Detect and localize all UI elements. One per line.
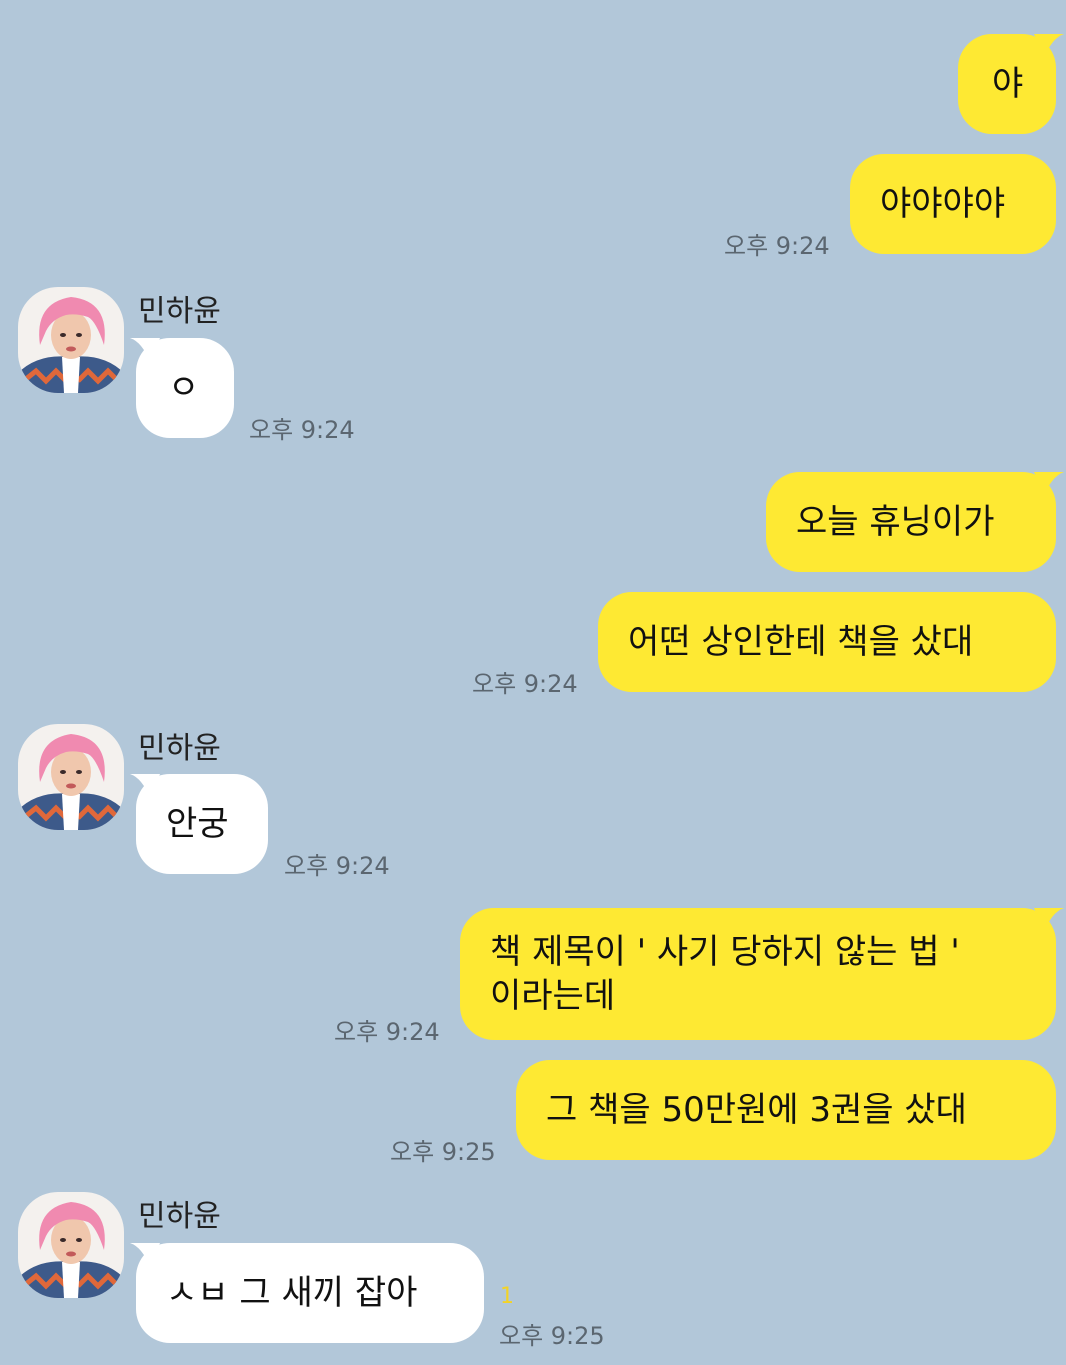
contact-message-bubble[interactable]: ㅅㅂ 그 새끼 잡아: [136, 1243, 484, 1343]
message-time: 오후 9:24: [334, 1018, 440, 1046]
message-text: 야야야야: [880, 184, 1006, 224]
bubble-tail: [1034, 472, 1064, 496]
contact-avatar[interactable]: [18, 1192, 124, 1298]
profile-photo-icon: [18, 287, 124, 393]
my-message-bubble[interactable]: 야야야야: [850, 154, 1056, 254]
sender-name: 민하윤: [138, 731, 221, 766]
message-text: 그 책을 50만원에 3권을 샀대: [546, 1090, 967, 1130]
profile-photo-icon: [18, 724, 124, 830]
message-time: 오후 9:25: [390, 1138, 496, 1166]
bubble-tail: [1034, 34, 1064, 58]
message-text-line: 이라는데: [490, 976, 616, 1016]
contact-message-bubble[interactable]: ㅇ: [136, 338, 234, 438]
message-text: 오늘 휴닝이가: [796, 502, 995, 542]
sender-name: 민하윤: [138, 294, 221, 329]
message-text-line: 책 제목이 ' 사기 당하지 않는 법 ': [490, 932, 960, 972]
my-message-bubble[interactable]: 그 책을 50만원에 3권을 샀대: [516, 1060, 1056, 1160]
my-message-bubble[interactable]: 책 제목이 ' 사기 당하지 않는 법 ' 이라는데: [460, 908, 1056, 1040]
unread-count-badge: 1: [500, 1284, 514, 1309]
contact-message-bubble[interactable]: 안궁: [136, 774, 268, 874]
message-text: 야: [992, 64, 1024, 104]
message-text: 어떤 상인한테 책을 샀대: [628, 622, 974, 662]
message-time: 오후 9:24: [472, 670, 578, 698]
my-message-bubble[interactable]: 어떤 상인한테 책을 샀대: [598, 592, 1056, 692]
message-time: 오후 9:24: [284, 852, 390, 880]
message-time: 오후 9:25: [499, 1322, 605, 1350]
sender-name: 민하윤: [138, 1199, 221, 1234]
message-time: 오후 9:24: [249, 416, 355, 444]
message-text: ㅇ: [168, 368, 200, 408]
my-message-bubble[interactable]: 오늘 휴닝이가: [766, 472, 1056, 572]
contact-avatar[interactable]: [18, 287, 124, 393]
chat-screen: { "contact": { "name": "민하윤" }, "colors"…: [0, 0, 1066, 1365]
profile-photo-icon: [18, 1192, 124, 1298]
message-text: ㅅㅂ 그 새끼 잡아: [166, 1273, 418, 1313]
contact-avatar[interactable]: [18, 724, 124, 830]
message-text: 안궁: [166, 804, 229, 844]
message-time: 오후 9:24: [724, 232, 830, 260]
